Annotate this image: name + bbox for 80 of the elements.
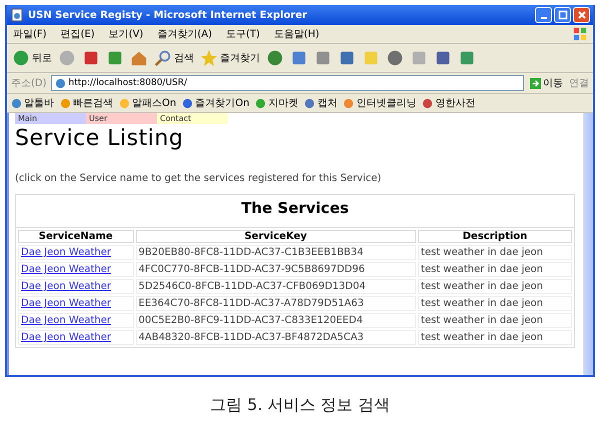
links-bar-item[interactable]: 인터넷클리닝 bbox=[343, 96, 416, 110]
column-header: ServiceName bbox=[18, 230, 134, 243]
menu-item[interactable]: 보기(V) bbox=[108, 27, 144, 41]
table-cell: test weather in dae jeon bbox=[418, 330, 572, 345]
address-label: 주소(D) bbox=[11, 77, 47, 90]
nav-tab[interactable]: User bbox=[86, 113, 157, 124]
table-cell: 5D2546C0-8FCB-11DD-AC37-CFB069D13D04 bbox=[136, 279, 416, 294]
star-icon bbox=[200, 49, 218, 67]
table-caption: The Services bbox=[15, 194, 575, 227]
minimize-icon bbox=[540, 17, 546, 19]
links-bar-item[interactable]: 알툴바 bbox=[11, 96, 54, 110]
dot-icon bbox=[255, 98, 266, 108]
square-icon bbox=[314, 49, 332, 67]
table-cell: 4AB48320-8FCB-11DD-AC37-BF4872DA5CA3 bbox=[136, 330, 416, 345]
arrow-icon bbox=[530, 78, 541, 88]
forward-button[interactable] bbox=[57, 48, 77, 68]
menu-item[interactable]: 도움말(H) bbox=[274, 27, 320, 41]
maximize-button[interactable] bbox=[554, 7, 571, 23]
dot-icon bbox=[304, 98, 316, 108]
window-title: USN Service Registy - Microsoft Internet Explorer bbox=[28, 10, 308, 20]
square-icon bbox=[290, 49, 308, 67]
links-bar-item[interactable]: 지마켓 bbox=[255, 96, 298, 110]
table-cell: test weather in dae jeon bbox=[418, 279, 572, 294]
menu-item[interactable]: 편집(E) bbox=[60, 27, 95, 41]
circle-icon bbox=[386, 49, 404, 67]
search-button[interactable]: 검색 bbox=[153, 48, 195, 68]
menu-item[interactable]: 파일(F) bbox=[13, 27, 47, 41]
links-bar-item[interactable]: 알패스On bbox=[119, 96, 176, 110]
links-bar-item[interactable]: 즐겨찾기On bbox=[182, 96, 250, 110]
menu-item[interactable]: 즐겨찾기(A) bbox=[157, 27, 212, 41]
menu-item[interactable]: 도구(T) bbox=[226, 27, 260, 41]
column-header: Description bbox=[418, 230, 572, 243]
back-button[interactable]: 뒤로 bbox=[11, 48, 53, 68]
dot-icon bbox=[422, 98, 434, 108]
nav-tab[interactable]: Contact bbox=[157, 113, 228, 124]
links-bar-item[interactable]: 영한사전 bbox=[422, 96, 476, 110]
square-icon bbox=[362, 49, 380, 67]
table-cell: test weather in dae jeon bbox=[418, 296, 572, 311]
block-button[interactable] bbox=[385, 48, 405, 68]
nav-tab[interactable]: Main bbox=[15, 113, 86, 124]
table-cell: 4FC0C770-8FCB-11DD-AC37-9C5B8697DD96 bbox=[136, 262, 416, 277]
maximize-icon bbox=[558, 10, 568, 20]
column-header: ServiceKey bbox=[136, 230, 416, 243]
table-cell: 00C5E2B0-8FC9-11DD-AC37-C833E120EED4 bbox=[136, 313, 416, 328]
instruction-text: (click on the Service name to get the services registered for this Service) bbox=[15, 173, 382, 184]
circle-icon bbox=[266, 49, 284, 67]
scrollbar[interactable] bbox=[583, 113, 593, 375]
close-icon bbox=[576, 10, 586, 20]
history-button[interactable] bbox=[265, 48, 285, 68]
close-button[interactable] bbox=[573, 7, 590, 23]
dot-icon bbox=[182, 98, 194, 108]
search-icon bbox=[154, 49, 172, 67]
square-icon bbox=[338, 49, 356, 67]
circle-icon bbox=[58, 49, 76, 67]
square-icon bbox=[82, 49, 100, 67]
table-cell: test weather in dae jeon bbox=[418, 245, 572, 260]
go-button[interactable]: 이동 bbox=[528, 76, 565, 90]
square-icon bbox=[458, 49, 476, 67]
dot-icon bbox=[60, 98, 71, 108]
table-cell: 9B20EB80-8FC8-11DD-AC37-C1B3EEB1BB34 bbox=[136, 245, 416, 260]
page-heading: Service Listing bbox=[15, 126, 184, 151]
table-cell: EE364C70-8FC8-11DD-AC37-A78D79D51A63 bbox=[136, 296, 416, 311]
page-icon bbox=[10, 8, 24, 22]
address-field[interactable]: http://localhost:8080/USR/ bbox=[50, 75, 524, 91]
minimize-button[interactable] bbox=[535, 7, 552, 23]
dot-icon bbox=[119, 98, 130, 108]
favorites-button[interactable]: 즐겨찾기 bbox=[199, 48, 261, 68]
square-icon bbox=[434, 49, 452, 67]
square-icon bbox=[106, 49, 124, 67]
table-cell: test weather in dae jeon bbox=[418, 262, 572, 277]
square-icon bbox=[410, 49, 428, 67]
circle-icon bbox=[12, 49, 30, 67]
links-bar-item[interactable]: 캡처 bbox=[304, 96, 338, 110]
windows-logo-icon bbox=[573, 27, 587, 41]
house-icon bbox=[130, 49, 148, 67]
table-cell: test weather in dae jeon bbox=[418, 313, 572, 328]
dot-icon bbox=[343, 98, 354, 108]
figure-caption: 그림 5. 서비스 정보 검색 bbox=[209, 395, 391, 416]
dot-icon bbox=[11, 98, 22, 108]
links-bar-item[interactable]: 빠른검색 bbox=[60, 96, 113, 110]
